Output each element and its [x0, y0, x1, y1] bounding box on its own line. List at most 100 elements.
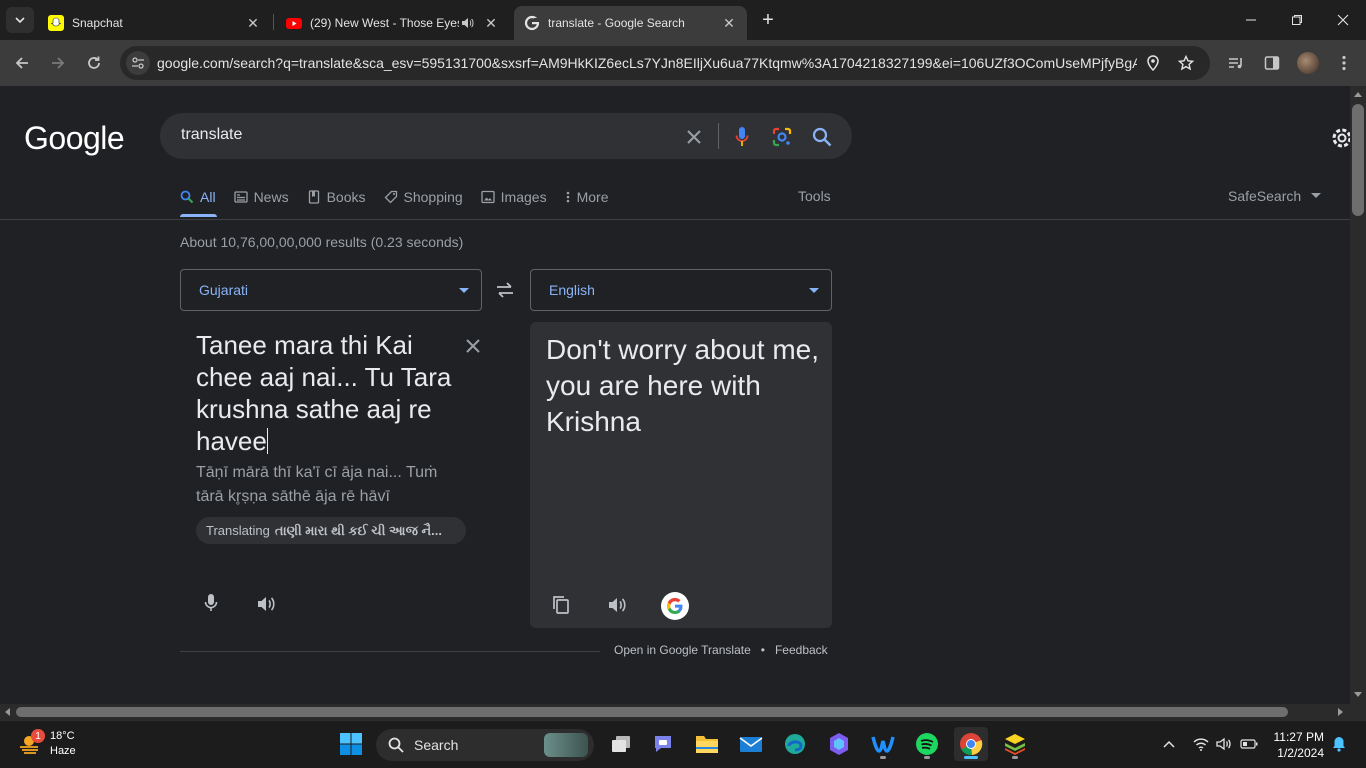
- tools-button[interactable]: Tools: [798, 188, 831, 204]
- close-window-button[interactable]: [1328, 8, 1358, 32]
- taskbar-spotify[interactable]: [910, 727, 944, 761]
- scroll-up-arrow-icon[interactable]: [1354, 92, 1362, 97]
- minimize-icon: [1246, 19, 1256, 21]
- scroll-right-arrow-icon[interactable]: [1338, 708, 1343, 716]
- tab-shopping[interactable]: Shopping: [384, 186, 463, 208]
- location-icon[interactable]: [1143, 53, 1163, 73]
- weather-widget[interactable]: 1 18°C Haze: [18, 729, 76, 759]
- translated-text: Don't worry about me, you are here with …: [546, 334, 820, 437]
- transliteration: Tāṇī mārā thī ka'ī cī āja nai... Tuṁ tār…: [196, 464, 438, 505]
- target-language-select[interactable]: English: [530, 269, 832, 311]
- divider: [180, 651, 600, 652]
- bluestacks-icon: [1005, 734, 1025, 755]
- divider: [718, 123, 719, 149]
- tab-snapchat[interactable]: Snapchat ✕: [38, 6, 271, 40]
- clear-search-icon[interactable]: [682, 125, 706, 149]
- vertical-scrollbar[interactable]: [1350, 86, 1366, 704]
- source-text-input[interactable]: Tanee mara thi Kai chee aaj nai... Tu Ta…: [196, 329, 456, 457]
- taskbar-file-explorer[interactable]: [690, 727, 724, 761]
- weather-description: Haze: [50, 745, 76, 757]
- tab-more[interactable]: More: [565, 186, 609, 208]
- tab-images[interactable]: Images: [481, 186, 547, 208]
- taskbar-mail[interactable]: [734, 727, 768, 761]
- forward-button[interactable]: [44, 49, 72, 77]
- spotify-icon: [916, 733, 938, 755]
- volume-icon[interactable]: [1215, 735, 1233, 753]
- notification-bell-icon[interactable]: [1330, 735, 1348, 753]
- notification-badge: 1: [31, 729, 45, 743]
- feedback-link[interactable]: Feedback: [775, 643, 828, 657]
- google-g-icon[interactable]: [661, 592, 689, 620]
- close-tab-icon[interactable]: ✕: [721, 15, 737, 31]
- search-box[interactable]: translate: [160, 113, 852, 159]
- show-hidden-icons-chevron-up-icon[interactable]: [1160, 735, 1178, 753]
- taskbar-edge[interactable]: [778, 727, 812, 761]
- clear-source-icon[interactable]: [463, 336, 483, 356]
- tab-google-search[interactable]: translate - Google Search ✕: [514, 6, 747, 40]
- start-button[interactable]: [334, 727, 368, 761]
- site-info-button[interactable]: [126, 51, 150, 75]
- search-input[interactable]: translate: [181, 126, 242, 144]
- tab-search-button[interactable]: [6, 7, 34, 33]
- scrollbar-thumb[interactable]: [16, 707, 1288, 717]
- voice-input-microphone-icon[interactable]: [200, 592, 222, 614]
- taskbar-search-box[interactable]: Search: [376, 729, 594, 761]
- search-label: Search: [414, 737, 459, 753]
- tab-youtube[interactable]: (29) New West - Those Eyes ✕: [276, 6, 509, 40]
- profile-button[interactable]: [1294, 49, 1322, 77]
- horizontal-scrollbar[interactable]: [0, 704, 1350, 720]
- settings-gear-icon[interactable]: [1330, 126, 1350, 150]
- tab-all[interactable]: All: [180, 186, 216, 208]
- close-tab-icon[interactable]: ✕: [245, 15, 261, 31]
- side-panel-button[interactable]: [1258, 49, 1286, 77]
- scroll-left-arrow-icon[interactable]: [5, 708, 10, 716]
- translating-suggestion-chip[interactable]: Translating તાણી મારા થી કઈ ચી આજ નૈ...: [196, 517, 466, 544]
- google-logo[interactable]: Google: [24, 120, 125, 157]
- system-clock[interactable]: 11:27 PM 1/2/2024: [1262, 729, 1324, 761]
- task-view-button[interactable]: [604, 727, 638, 761]
- minimize-button[interactable]: [1236, 8, 1266, 32]
- close-tab-icon[interactable]: ✕: [483, 15, 499, 31]
- open-in-google-translate-link[interactable]: Open in Google Translate: [614, 643, 751, 657]
- arrow-left-icon: [15, 57, 28, 69]
- divider: [0, 219, 1350, 220]
- restore-button[interactable]: [1282, 8, 1312, 32]
- scrollbar-thumb[interactable]: [1352, 104, 1364, 216]
- chevron-down-icon: [15, 17, 25, 24]
- back-button[interactable]: [8, 49, 36, 77]
- wifi-icon[interactable]: [1192, 735, 1210, 753]
- safesearch-button[interactable]: SafeSearch: [1228, 188, 1322, 204]
- source-language-select[interactable]: Gujarati: [180, 269, 482, 311]
- google-lens-icon[interactable]: [770, 125, 794, 149]
- tab-books[interactable]: Books: [307, 186, 366, 208]
- task-view-icon: [612, 736, 630, 752]
- book-icon: [307, 190, 321, 204]
- media-control-button[interactable]: [1222, 49, 1250, 77]
- speaker-icon[interactable]: [459, 15, 475, 31]
- safesearch-label: SafeSearch: [1228, 188, 1302, 204]
- address-bar[interactable]: google.com/search?q=translate&sca_esv=59…: [120, 46, 1210, 80]
- search-icon[interactable]: [810, 125, 834, 149]
- microphone-icon[interactable]: [730, 125, 754, 149]
- mail-icon: [739, 737, 763, 752]
- caret-down-icon: [1311, 193, 1322, 198]
- tab-news[interactable]: News: [233, 186, 289, 208]
- swap-languages-button[interactable]: [494, 280, 516, 300]
- scroll-down-arrow-icon[interactable]: [1354, 692, 1362, 697]
- taskbar-bluestacks[interactable]: [998, 727, 1032, 761]
- copy-icon[interactable]: [550, 594, 572, 616]
- running-indicator: [1012, 756, 1018, 759]
- taskbar-chrome[interactable]: [954, 727, 988, 761]
- scrollbar-corner: [1350, 704, 1366, 720]
- taskbar-webex[interactable]: [866, 727, 900, 761]
- new-tab-button[interactable]: +: [756, 9, 780, 31]
- battery-icon[interactable]: [1240, 735, 1258, 753]
- bookmark-star-icon[interactable]: [1176, 53, 1196, 73]
- taskbar-copilot[interactable]: [822, 727, 856, 761]
- chrome-menu-button[interactable]: [1330, 49, 1358, 77]
- taskbar-chat[interactable]: [646, 727, 680, 761]
- target-language-label: English: [549, 282, 595, 298]
- listen-translation-speaker-icon[interactable]: [606, 594, 628, 616]
- reload-button[interactable]: [80, 49, 108, 77]
- listen-source-speaker-icon[interactable]: [255, 593, 277, 615]
